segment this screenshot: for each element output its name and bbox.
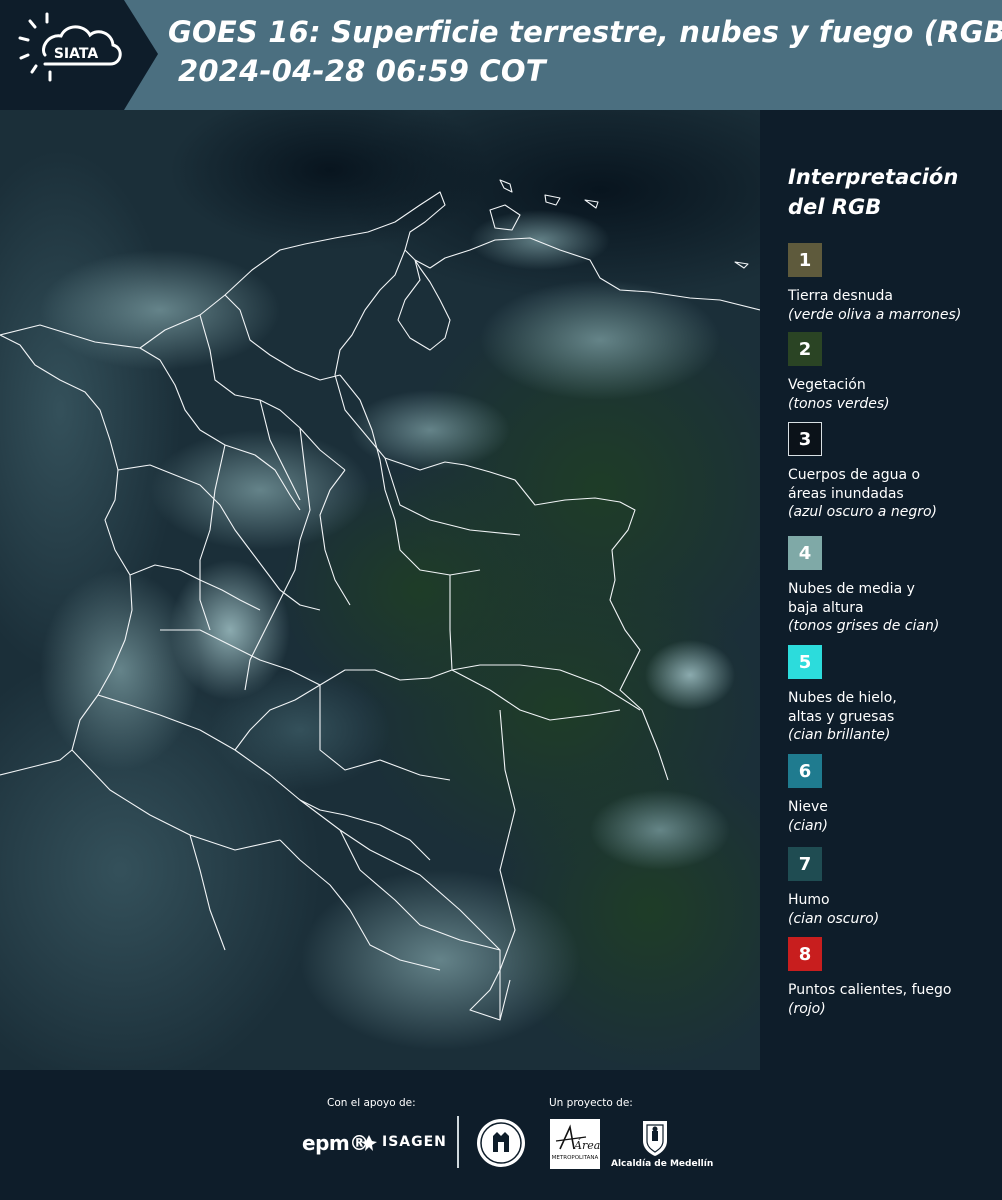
isagen-label: ISAGEN (382, 1134, 447, 1150)
legend-item-label: Puntos calientes, fuego (788, 982, 952, 998)
legend-item-label: Humo (788, 892, 830, 908)
legend-item-text: Nubes de media y baja altura (tonos grises… (788, 580, 1002, 636)
isagen-icon (361, 1135, 377, 1151)
area-metropolitana-logo: Área METROPOLITANA (550, 1119, 600, 1169)
siata-logo: SIATA (0, 0, 158, 110)
legend-item-text: Puntos calientes, fuego (rojo) (788, 981, 1002, 1018)
legend-item-text: Nubes de hielo, altas y gruesas (cian bril… (788, 689, 1002, 745)
legend-item-text: Cuerpos de agua o áreas inundadas (azul os… (788, 466, 1002, 522)
page-title: GOES 16: Superficie terrestre, nubes y f… (168, 15, 1002, 49)
legend-item-label: Nubes de hielo, altas y gruesas (788, 690, 897, 725)
legend-swatch: 3 (788, 422, 822, 456)
legend-swatch: 7 (788, 847, 822, 881)
legend-item-description: (cian) (788, 817, 828, 834)
footer-divider (457, 1116, 459, 1168)
legend-item-description: (cian brillante) (788, 727, 891, 743)
legend-item-label: Nieve (788, 799, 828, 815)
legend-swatch: 2 (788, 332, 822, 366)
legend-panel: Interpretación del RGB 1 Tierra desnuda (ve… (760, 110, 1002, 1070)
legend-item-text: Humo (cian oscuro) (788, 891, 1002, 928)
support-caption: Con el apoyo de: (327, 1097, 416, 1109)
legend-item-text: Tierra desnuda (verde oliva a marrones) (788, 287, 1002, 324)
footer: Con el apoyo de: Un proyecto de: epm® IS… (0, 1070, 1002, 1200)
satellite-composite-image (0, 110, 760, 1070)
legend-item-label: Nubes de media y baja altura (788, 581, 915, 616)
legend-swatch: 8 (788, 937, 822, 971)
legend-item-text: Nieve (cian) (788, 798, 1002, 835)
legend-item-description: (verde oliva a marrones) (788, 306, 962, 323)
legend-swatch: 6 (788, 754, 822, 788)
legend-swatch: 4 (788, 536, 822, 570)
legend-item-description: (cian oscuro) (788, 910, 880, 927)
legend-item-label: Tierra desnuda (788, 288, 893, 304)
legend-item-description: (tonos verdes) (788, 395, 890, 412)
legend-item-description: (tonos grises de cian) (788, 618, 940, 634)
legend-item-label: Vegetación (788, 377, 866, 393)
siata-logo-text: SIATA (54, 46, 99, 62)
legend-title: Interpretación del RGB (788, 165, 959, 219)
legend-item-text: Vegetación (tonos verdes) (788, 376, 1002, 413)
alcaldia-shield-logo (643, 1121, 667, 1156)
page-subtitle-timestamp: 2024-04-28 06:59 COT (178, 54, 546, 88)
satellite-map (0, 110, 760, 1070)
legend-swatch: 1 (788, 243, 822, 277)
legend-item-description: (azul oscuro a negro) (788, 504, 937, 520)
epm-logo: epm® (302, 1131, 369, 1155)
area-sub-label: METROPOLITANA (552, 1155, 599, 1161)
legend-swatch: 5 (788, 645, 822, 679)
alcaldia-label: Alcaldía de Medellín (611, 1159, 714, 1169)
header-bar: SIATA GOES 16: Superficie terrestre, nub… (0, 0, 1002, 110)
project-caption: Un proyecto de: (549, 1097, 633, 1109)
legend-item-label: Cuerpos de agua o áreas inundadas (788, 467, 921, 502)
university-seal-logo (477, 1119, 525, 1167)
legend-item-description: (rojo) (788, 1000, 826, 1017)
area-label: Área (573, 1138, 600, 1152)
